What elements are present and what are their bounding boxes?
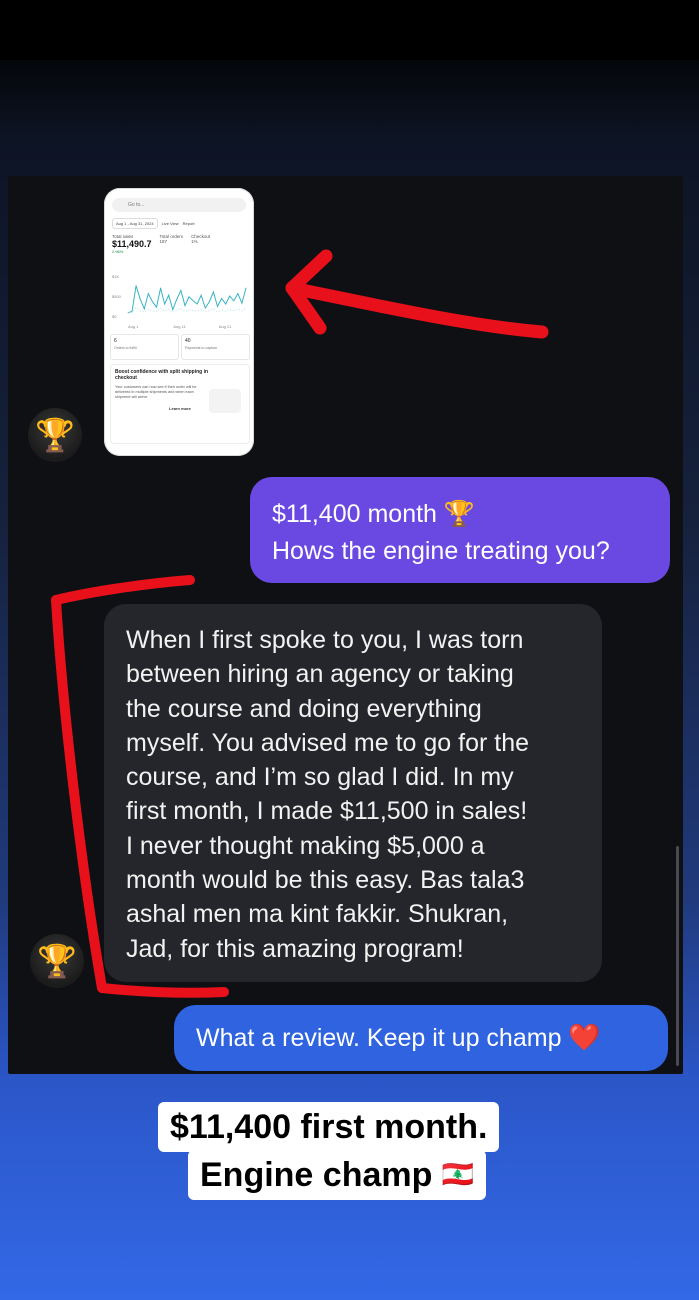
sales-data-point	[233, 300, 235, 302]
incoming-line: I never thought making $5,000 a	[126, 831, 485, 860]
sales-line-chart: $1K $500 $0 Aug 1 Aug 11 Aug 21	[112, 274, 247, 329]
report-label: Report	[182, 221, 195, 226]
sales-data-point	[204, 307, 206, 309]
dashboard-filter-row: Aug 1 - Aug 31, 2024 Live View Report	[112, 218, 252, 230]
sales-data-point	[245, 287, 247, 289]
sales-series-line	[127, 285, 247, 314]
sales-data-point	[180, 290, 182, 291]
trophy-icon[interactable]: 🏆	[30, 934, 84, 988]
dashboard-search-bar: Go to...	[112, 198, 246, 212]
checkout-value: 1%	[191, 239, 198, 244]
payments-card: 40 Payments to capture	[181, 334, 250, 360]
incoming-message-1[interactable]: When I first spoke to you, I was torn be…	[104, 604, 602, 982]
sales-data-point	[237, 293, 239, 294]
sales-data-point	[156, 306, 157, 308]
heart-icon: ❤️	[568, 1023, 601, 1053]
sales-data-point	[139, 298, 141, 300]
sales-data-point	[127, 312, 129, 314]
orders-card: 6 Orders to fulfill	[110, 334, 179, 360]
total-sales-value: $11,490.7	[112, 239, 152, 249]
total-sales-delta: 2.96%	[112, 249, 124, 254]
incoming-line: first month, I made $11,500 in sales!	[126, 797, 528, 826]
total-orders-stat: Total orders 187	[160, 234, 184, 274]
outgoing-message-1-line2: Hows the engine treating you?	[272, 537, 610, 565]
x-tick-label: Aug 11	[173, 324, 186, 329]
dashboard-cards: 6 Orders to fulfill 40 Payments to captu…	[110, 334, 250, 360]
y-tick-label: $500	[112, 294, 122, 299]
chat-scrollbar[interactable]	[676, 846, 679, 1066]
incoming-line: the course and doing everything	[126, 694, 482, 723]
incoming-line: ashal men ma kint fakkir. Shukran,	[126, 900, 509, 929]
sales-data-point	[209, 301, 210, 302]
trophy-icon: 🏆	[443, 499, 476, 528]
x-tick-label: Aug 21	[219, 324, 232, 329]
caption-line-1-text: $11,400 first month.	[170, 1108, 488, 1146]
sales-data-point	[135, 285, 137, 286]
checkout-stat: Checkout 1%	[191, 234, 210, 274]
sales-data-point	[221, 298, 222, 299]
sales-data-point	[192, 300, 194, 302]
sales-data-point	[225, 303, 227, 305]
incoming-line: course, and I’m so glad I did. In my	[126, 763, 514, 792]
sales-data-point	[152, 301, 153, 302]
sales-data-point	[196, 303, 198, 305]
promo-card: Boost confidence with split shipping in …	[110, 364, 250, 444]
sales-data-point	[241, 302, 243, 304]
incoming-line: month would be this easy. Bas tala3	[126, 866, 525, 895]
y-tick-label: $1K	[112, 274, 119, 279]
sales-data-point	[168, 294, 170, 296]
sales-data-point	[164, 303, 165, 305]
live-view-label: Live View	[161, 221, 179, 226]
outgoing-message-2-text: What a review. Keep it up champ	[196, 1024, 562, 1052]
incoming-line: When I first spoke to you, I was torn	[126, 626, 524, 654]
trophy-icon[interactable]: 🏆	[28, 408, 82, 462]
sales-data-point	[188, 296, 190, 298]
sales-data-point	[200, 294, 202, 296]
payments-count: 40	[185, 338, 191, 344]
incoming-line: myself. You advised me to go for the	[126, 728, 530, 757]
comparison-series-line	[127, 307, 247, 314]
incoming-line: Jad, for this amazing program!	[126, 934, 464, 963]
sales-data-point	[176, 298, 178, 300]
shared-dashboard-screenshot[interactable]: Go to... Aug 1 - Aug 31, 2024 Live View …	[104, 188, 254, 456]
payments-label: Payments to capture	[185, 346, 218, 350]
orders-label: Orders to fulfill	[114, 346, 137, 350]
outgoing-message-1-text: $11,400 month	[272, 500, 437, 528]
date-filter: Aug 1 - Aug 31, 2024	[112, 218, 158, 229]
sales-data-point	[184, 305, 186, 306]
total-sales-stat: Total sales $11,490.7 2.96%	[112, 234, 152, 274]
top-black-bar	[0, 0, 699, 60]
chat-thread: Go to... Aug 1 - Aug 31, 2024 Live View …	[8, 176, 683, 1074]
dashboard-stats: Total sales $11,490.7 2.96% Total orders…	[112, 234, 252, 274]
incoming-line: between hiring an agency or taking	[126, 660, 514, 689]
sales-data-point	[160, 287, 161, 289]
caption-line-2: Engine champ 🇱🇧	[188, 1150, 487, 1200]
promo-title: Boost confidence with split shipping in …	[115, 369, 209, 381]
sales-data-point	[143, 308, 145, 310]
lebanon-flag-icon: 🇱🇧	[441, 1160, 475, 1190]
outgoing-message-2[interactable]: What a review. Keep it up champ ❤️	[174, 1005, 668, 1071]
outgoing-message-1[interactable]: $11,400 month 🏆 Hows the engine treating…	[250, 477, 670, 583]
orders-count: 6	[114, 338, 117, 344]
x-tick-label: Aug 1	[128, 324, 139, 329]
outgoing-message-1-line1: $11,400 month 🏆	[272, 495, 650, 533]
avatar-trophy-glyph: 🏆	[37, 942, 77, 980]
promo-body: Your customers can now see if their orde…	[115, 385, 197, 399]
total-orders-value: 187	[159, 239, 168, 244]
sales-data-point	[229, 295, 231, 297]
sales-data-point	[217, 306, 218, 307]
y-tick-label: $0	[112, 314, 117, 319]
avatar-trophy-glyph: 🏆	[35, 416, 75, 454]
caption-line-1: $11,400 first month.	[158, 1102, 500, 1152]
sales-data-point	[172, 309, 174, 310]
sales-data-point	[213, 291, 214, 293]
promo-illustration	[209, 389, 241, 413]
sales-data-point	[147, 293, 149, 294]
sales-data-point	[131, 310, 133, 312]
caption-line-2-text: Engine champ	[200, 1156, 433, 1194]
